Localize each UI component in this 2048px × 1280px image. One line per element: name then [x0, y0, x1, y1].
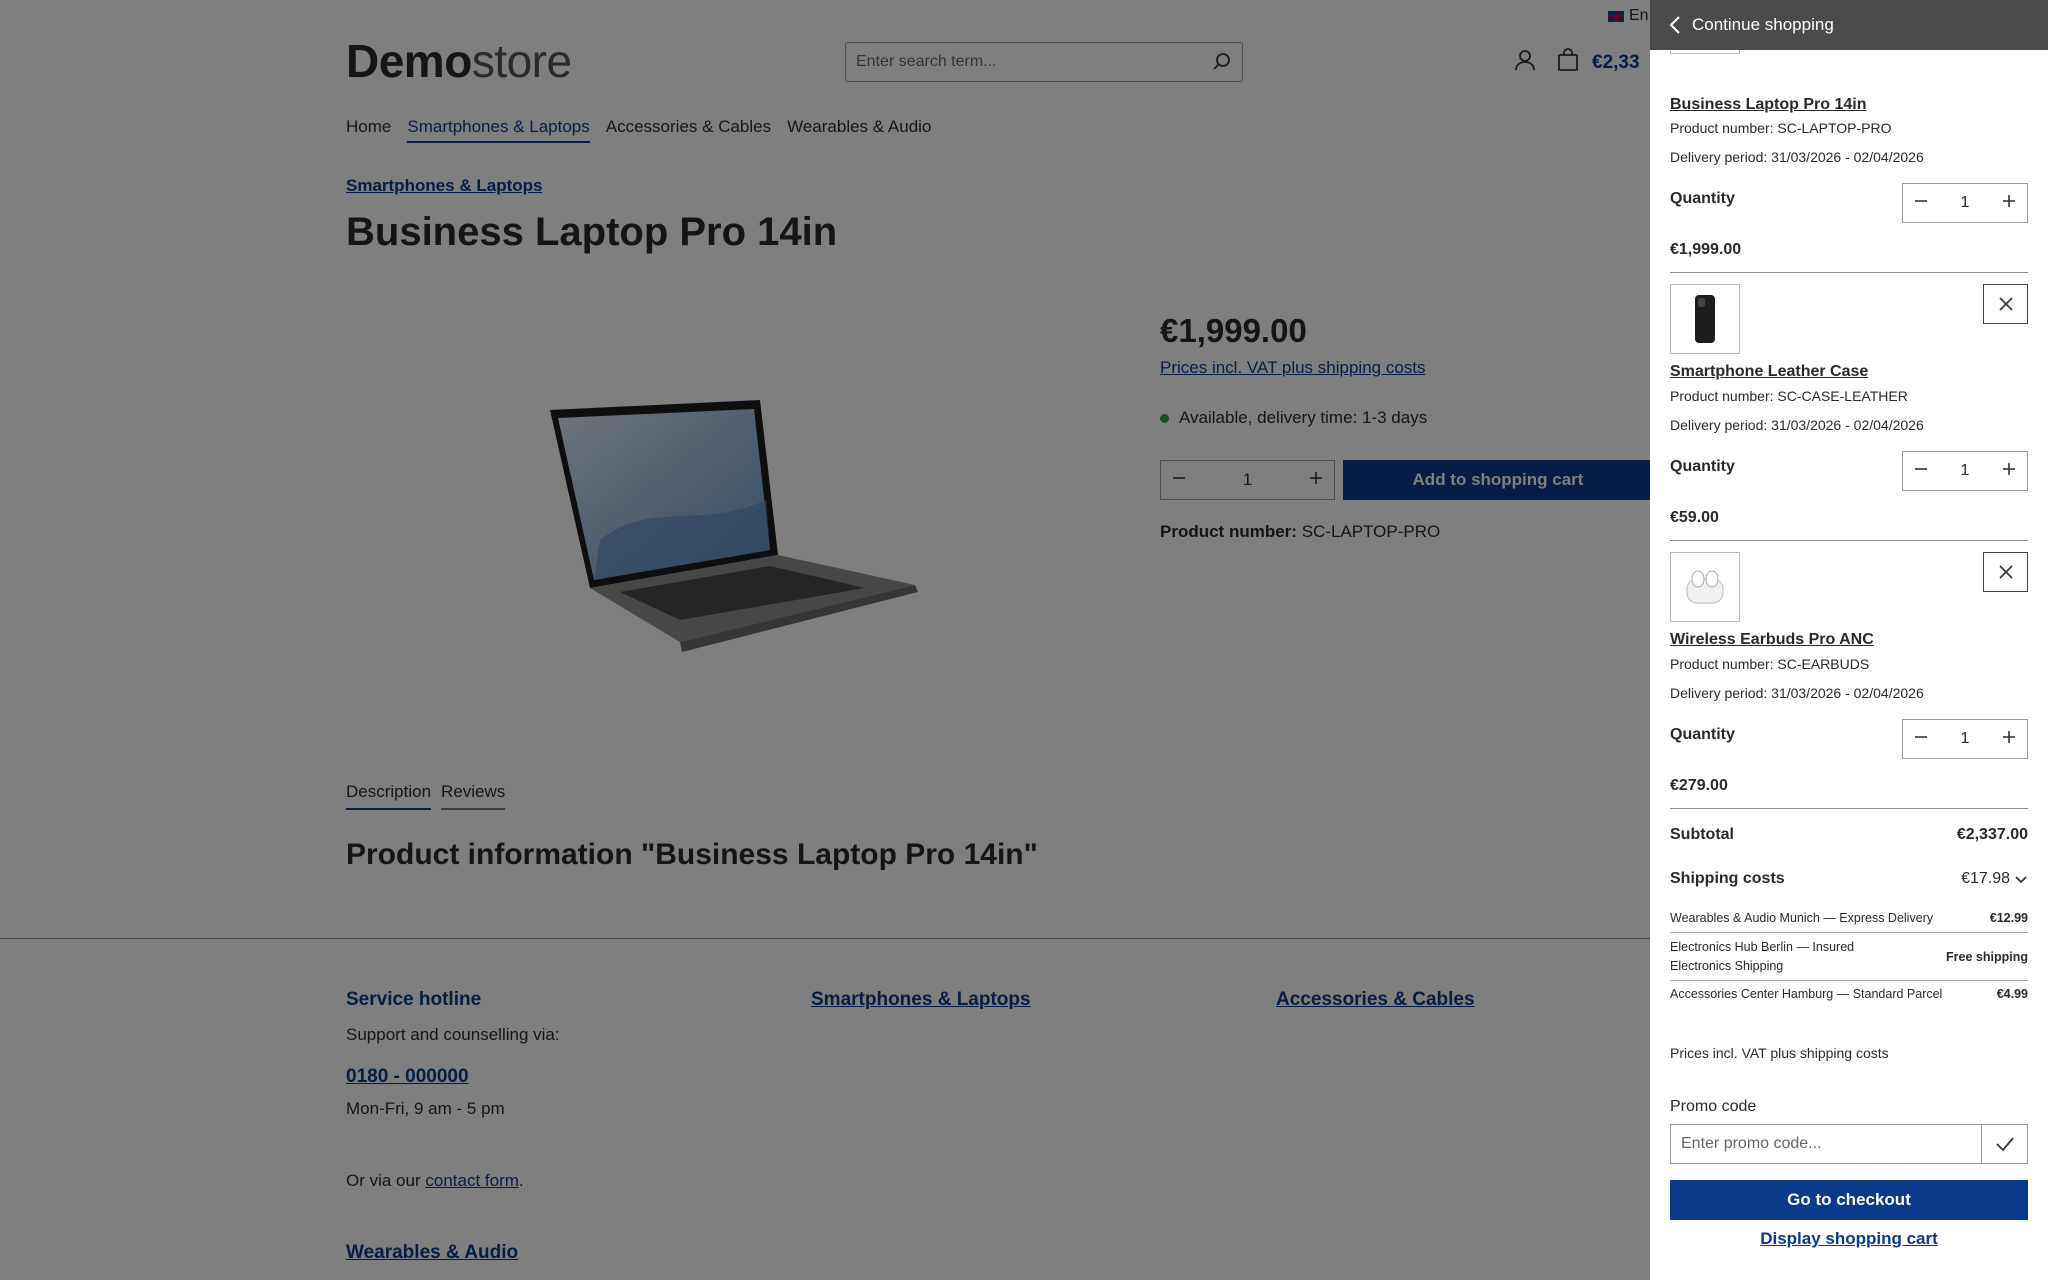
shipping-line: Electronics Hub Berlin — Insured Electro… — [1670, 938, 2028, 976]
cart-item-quantity-value[interactable]: 1 — [1961, 462, 1970, 480]
promo-label: Promo code — [1670, 1098, 1757, 1115]
vat-note: Prices incl. VAT plus shipping costs — [1670, 1045, 1889, 1061]
cart-item-thumbnail[interactable] — [1670, 552, 1740, 622]
close-icon — [1998, 297, 2013, 311]
remove-item-button[interactable] — [1983, 552, 2028, 592]
shipping-costs-label: Shipping costs — [1670, 870, 1785, 887]
cart-item-quantity-stepper: 1 — [1902, 183, 2028, 223]
plus-icon[interactable] — [2001, 461, 2017, 482]
subtotal-label: Subtotal — [1670, 826, 1734, 843]
subtotal-value: €2,337.00 — [1956, 826, 2028, 843]
shipping-costs-toggle[interactable]: Shipping costs €17.98 — [1670, 870, 2028, 888]
minus-icon[interactable] — [1913, 729, 1929, 750]
plus-icon[interactable] — [2001, 193, 2017, 214]
subtotal-row: Subtotal €2,337.00 — [1670, 826, 2028, 844]
minus-icon[interactable] — [1913, 461, 1929, 482]
cart-item-quantity-value[interactable]: 1 — [1961, 194, 1970, 212]
cart-item-name[interactable]: Wireless Earbuds Pro ANC — [1670, 631, 1874, 649]
shipping-line-value: €4.99 — [1996, 987, 2028, 1001]
cart-item-price: €59.00 — [1670, 509, 1719, 526]
chevron-left-icon — [1669, 16, 1680, 34]
display-cart-link[interactable]: Display shopping cart — [1670, 1229, 2028, 1249]
cart-item-delivery: Delivery period: 31/03/2026 - 02/04/2026 — [1670, 149, 1924, 165]
cart-item-delivery: Delivery period: 31/03/2026 - 02/04/2026 — [1670, 417, 1924, 433]
offcanvas-cart: Business Laptop Pro 14in Product number:… — [1650, 0, 2048, 1280]
divider — [1670, 540, 2028, 541]
chevron-down-icon — [2015, 876, 2027, 884]
divider — [1670, 808, 2028, 809]
cart-item-thumbnail[interactable] — [1670, 284, 1740, 354]
minus-icon[interactable] — [1913, 193, 1929, 214]
checkout-button[interactable]: Go to checkout — [1670, 1180, 2028, 1220]
cart-item-quantity-label: Quantity — [1670, 190, 1735, 207]
cart-item-quantity-stepper: 1 — [1902, 451, 2028, 491]
offcanvas-header[interactable]: Continue shopping — [1650, 0, 2048, 50]
shipping-line: Accessories Center Hamburg — Standard Pa… — [1670, 987, 2028, 1001]
cart-item-quantity-value[interactable]: 1 — [1961, 730, 1970, 748]
divider — [1670, 932, 2028, 933]
cart-item-name[interactable]: Smartphone Leather Case — [1670, 363, 1868, 381]
promo-code-form — [1670, 1124, 2028, 1164]
shipping-line-value: Free shipping — [1946, 950, 2028, 964]
shipping-costs-value: €17.98 — [1961, 870, 2010, 887]
remove-item-button[interactable] — [1983, 284, 2028, 324]
earbuds-icon — [1686, 570, 1724, 604]
cart-item-price: €1,999.00 — [1670, 241, 1742, 258]
cart-item-delivery: Delivery period: 31/03/2026 - 02/04/2026 — [1670, 685, 1924, 701]
cart-item-price: €279.00 — [1670, 777, 1728, 794]
cart-item-name[interactable]: Business Laptop Pro 14in — [1670, 96, 1866, 114]
phone-case-icon — [1695, 295, 1715, 343]
shipping-costs-total: €17.98 — [1961, 870, 2028, 888]
check-icon — [1995, 1137, 2014, 1152]
promo-code-input[interactable] — [1671, 1125, 1981, 1163]
cart-item-quantity-stepper: 1 — [1902, 719, 2028, 759]
divider — [1670, 980, 2028, 981]
shipping-line-label: Electronics Hub Berlin — Insured Electro… — [1670, 940, 1855, 973]
cart-item-quantity-label: Quantity — [1670, 458, 1735, 475]
cart-item-number: Product number: SC-CASE-LEATHER — [1670, 388, 1908, 404]
plus-icon[interactable] — [2001, 729, 2017, 750]
shipping-line-value: €12.99 — [1989, 911, 2028, 925]
shipping-line: Wearables & Audio Munich — Express Deliv… — [1670, 911, 2028, 925]
close-icon — [1998, 565, 2013, 579]
promo-submit-button[interactable] — [1981, 1125, 2027, 1163]
continue-shopping-label: Continue shopping — [1692, 15, 1834, 34]
cart-item-number: Product number: SC-EARBUDS — [1670, 656, 1870, 672]
divider — [1670, 272, 2028, 273]
shipping-line-label: Accessories Center Hamburg — Standard Pa… — [1670, 987, 1943, 1001]
cart-item-number: Product number: SC-LAPTOP-PRO — [1670, 120, 1892, 136]
cart-item-quantity-label: Quantity — [1670, 726, 1735, 743]
shipping-line-label: Wearables & Audio Munich — Express Deliv… — [1670, 911, 1934, 925]
